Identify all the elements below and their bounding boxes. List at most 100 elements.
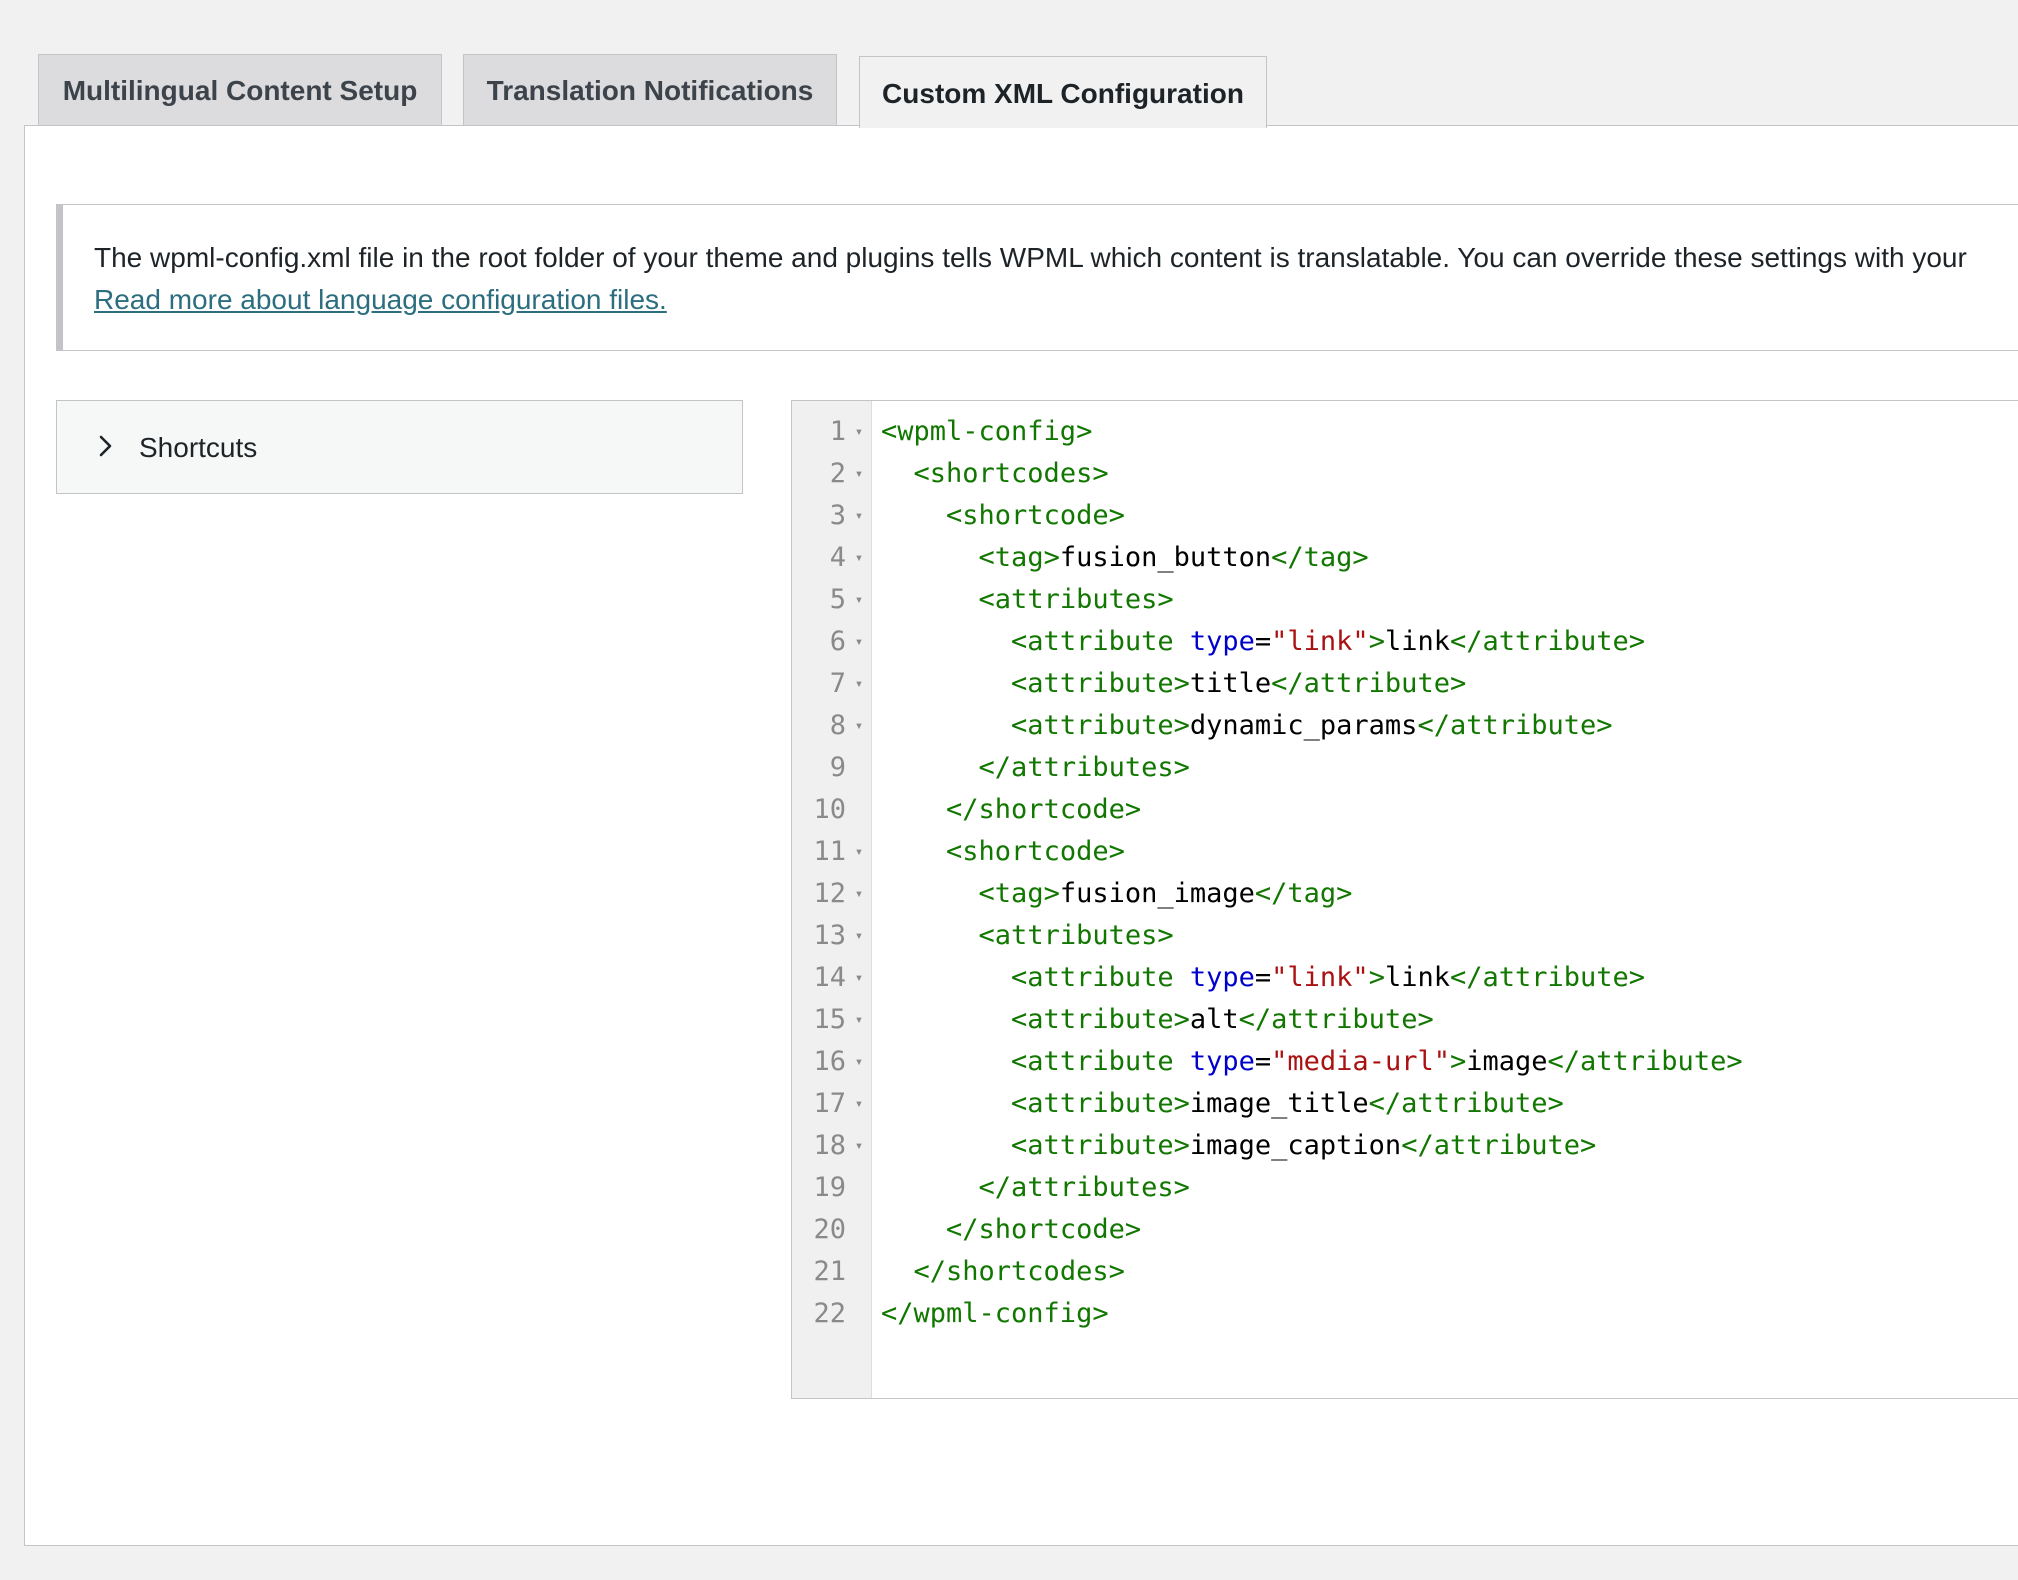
code-text: <attributes> bbox=[881, 579, 1174, 621]
info-notice: The wpml-config.xml file in the root fol… bbox=[56, 204, 2018, 351]
code-token: </shortcodes> bbox=[913, 1256, 1125, 1287]
code-token: title bbox=[1189, 668, 1272, 699]
fold-arrow-icon[interactable]: ▾ bbox=[851, 453, 867, 495]
code-line[interactable]: 10 </shortcode> bbox=[792, 789, 2018, 831]
code-token: </attribute> bbox=[1417, 710, 1613, 741]
fold-arrow-icon[interactable]: ▾ bbox=[851, 831, 867, 873]
fold-arrow-icon[interactable]: ▾ bbox=[851, 621, 867, 663]
code-line[interactable]: 19 </attributes> bbox=[792, 1167, 2018, 1209]
language-config-link[interactable]: Read more about language configuration f… bbox=[94, 284, 667, 315]
code-token: </attribute> bbox=[1238, 1004, 1434, 1035]
xml-code-editor[interactable]: 1 ▾ <wpml-config> 2 ▾ <shortcodes> 3 ▾ <shortc… bbox=[791, 400, 2018, 1399]
editor-lines: 1 ▾ <wpml-config> 2 ▾ <shortcodes> 3 ▾ <shortc… bbox=[792, 411, 2018, 1335]
code-text: <tag>fusion_button</tag> bbox=[881, 537, 1369, 579]
line-number: 8 bbox=[829, 710, 846, 741]
code-token: <attribute> bbox=[1011, 1004, 1190, 1035]
code-token: <shortcode> bbox=[946, 836, 1125, 867]
code-token: </attribute> bbox=[1401, 1130, 1597, 1161]
code-text: </shortcodes> bbox=[881, 1251, 1125, 1293]
code-token: > bbox=[1449, 1046, 1467, 1077]
chevron-right-icon bbox=[99, 435, 112, 457]
code-text: </shortcode> bbox=[881, 1209, 1141, 1251]
code-text: <attribute type="link">link</attribute> bbox=[881, 957, 1645, 999]
fold-arrow-icon[interactable]: ▾ bbox=[851, 579, 867, 621]
code-line[interactable]: 2 ▾ <shortcodes> bbox=[792, 453, 2018, 495]
fold-arrow-icon[interactable]: ▾ bbox=[851, 873, 867, 915]
tab-translation-notifications[interactable]: Translation Notifications bbox=[463, 54, 837, 126]
code-line[interactable]: 8 ▾ <attribute>dynamic_params</attribute> bbox=[792, 705, 2018, 747]
tab-multilingual-content-setup[interactable]: Multilingual Content Setup bbox=[38, 54, 442, 126]
code-text: <attribute type="media-url">image</attri… bbox=[881, 1041, 1743, 1083]
line-number: 17 bbox=[813, 1088, 846, 1119]
fold-arrow-icon[interactable]: ▾ bbox=[851, 705, 867, 747]
fold-arrow-icon[interactable]: ▾ bbox=[851, 495, 867, 537]
code-line[interactable]: 3 ▾ <shortcode> bbox=[792, 495, 2018, 537]
fold-arrow-icon[interactable]: ▾ bbox=[851, 999, 867, 1041]
code-token: link bbox=[1384, 962, 1450, 993]
code-token: image_caption bbox=[1189, 1130, 1402, 1161]
code-text: </wpml-config> bbox=[881, 1293, 1109, 1335]
fold-arrow-icon[interactable]: ▾ bbox=[851, 1125, 867, 1167]
code-token: = bbox=[1254, 1046, 1272, 1077]
code-token: <attributes> bbox=[978, 920, 1174, 951]
tab-custom-xml-configuration[interactable]: Custom XML Configuration bbox=[859, 56, 1267, 128]
code-line[interactable]: 6 ▾ <attribute type="link">link</attribut… bbox=[792, 621, 2018, 663]
code-line[interactable]: 15 ▾ <attribute>alt</attribute> bbox=[792, 999, 2018, 1041]
code-line[interactable]: 5 ▾ <attributes> bbox=[792, 579, 2018, 621]
fold-arrow-icon[interactable]: ▾ bbox=[851, 411, 867, 453]
code-token: > bbox=[1368, 626, 1385, 657]
code-line[interactable]: 9 </attributes> bbox=[792, 747, 2018, 789]
line-number: 21 bbox=[813, 1256, 846, 1287]
line-number: 9 bbox=[829, 752, 846, 783]
code-line[interactable]: 18 ▾ <attribute>image_caption</attribute> bbox=[792, 1125, 2018, 1167]
code-text: </attributes> bbox=[881, 747, 1190, 789]
code-token: <attributes> bbox=[978, 584, 1174, 615]
code-token: type bbox=[1189, 962, 1255, 993]
code-token: image_title bbox=[1189, 1088, 1369, 1119]
code-text: <tag>fusion_image</tag> bbox=[881, 873, 1353, 915]
code-text: <wpml-config> bbox=[881, 411, 1092, 453]
fold-arrow-icon[interactable]: ▾ bbox=[851, 663, 867, 705]
code-line[interactable]: 4 ▾ <tag>fusion_button</tag> bbox=[792, 537, 2018, 579]
line-number: 5 bbox=[829, 584, 846, 615]
code-token: <attribute bbox=[1011, 1046, 1190, 1077]
code-token: </attributes> bbox=[978, 752, 1190, 783]
code-line[interactable]: 11 ▾ <shortcode> bbox=[792, 831, 2018, 873]
code-token: <tag> bbox=[978, 542, 1060, 573]
fold-arrow-icon[interactable]: ▾ bbox=[851, 1083, 867, 1125]
shortcuts-accordion[interactable]: Shortcuts bbox=[56, 400, 743, 494]
code-line[interactable]: 7 ▾ <attribute>title</attribute> bbox=[792, 663, 2018, 705]
code-line[interactable]: 16 ▾ <attribute type="media-url">image</a… bbox=[792, 1041, 2018, 1083]
code-line[interactable]: 12 ▾ <tag>fusion_image</tag> bbox=[792, 873, 2018, 915]
code-line[interactable]: 17 ▾ <attribute>image_title</attribute> bbox=[792, 1083, 2018, 1125]
line-number: 13 bbox=[813, 920, 846, 951]
code-line[interactable]: 20 </shortcode> bbox=[792, 1209, 2018, 1251]
line-number: 4 bbox=[829, 542, 846, 573]
code-text: <attribute>image_title</attribute> bbox=[881, 1083, 1564, 1125]
code-line[interactable]: 22 </wpml-config> bbox=[792, 1293, 2018, 1335]
line-number: 3 bbox=[829, 500, 846, 531]
code-token: </wpml-config> bbox=[881, 1298, 1109, 1329]
fold-arrow-icon[interactable]: ▾ bbox=[851, 915, 867, 957]
code-line[interactable]: 21 </shortcodes> bbox=[792, 1251, 2018, 1293]
code-text: <shortcode> bbox=[881, 831, 1125, 873]
fold-arrow-icon[interactable]: ▾ bbox=[851, 957, 867, 999]
code-text: </attributes> bbox=[881, 1167, 1190, 1209]
code-token: "link" bbox=[1271, 626, 1369, 657]
fold-arrow-icon[interactable]: ▾ bbox=[851, 1041, 867, 1083]
code-line[interactable]: 14 ▾ <attribute type="link">link</attribu… bbox=[792, 957, 2018, 999]
code-line[interactable]: 1 ▾ <wpml-config> bbox=[792, 411, 2018, 453]
fold-arrow-icon[interactable]: ▾ bbox=[851, 537, 867, 579]
code-line[interactable]: 13 ▾ <attributes> bbox=[792, 915, 2018, 957]
code-token: </attributes> bbox=[978, 1172, 1190, 1203]
line-number: 16 bbox=[813, 1046, 846, 1077]
